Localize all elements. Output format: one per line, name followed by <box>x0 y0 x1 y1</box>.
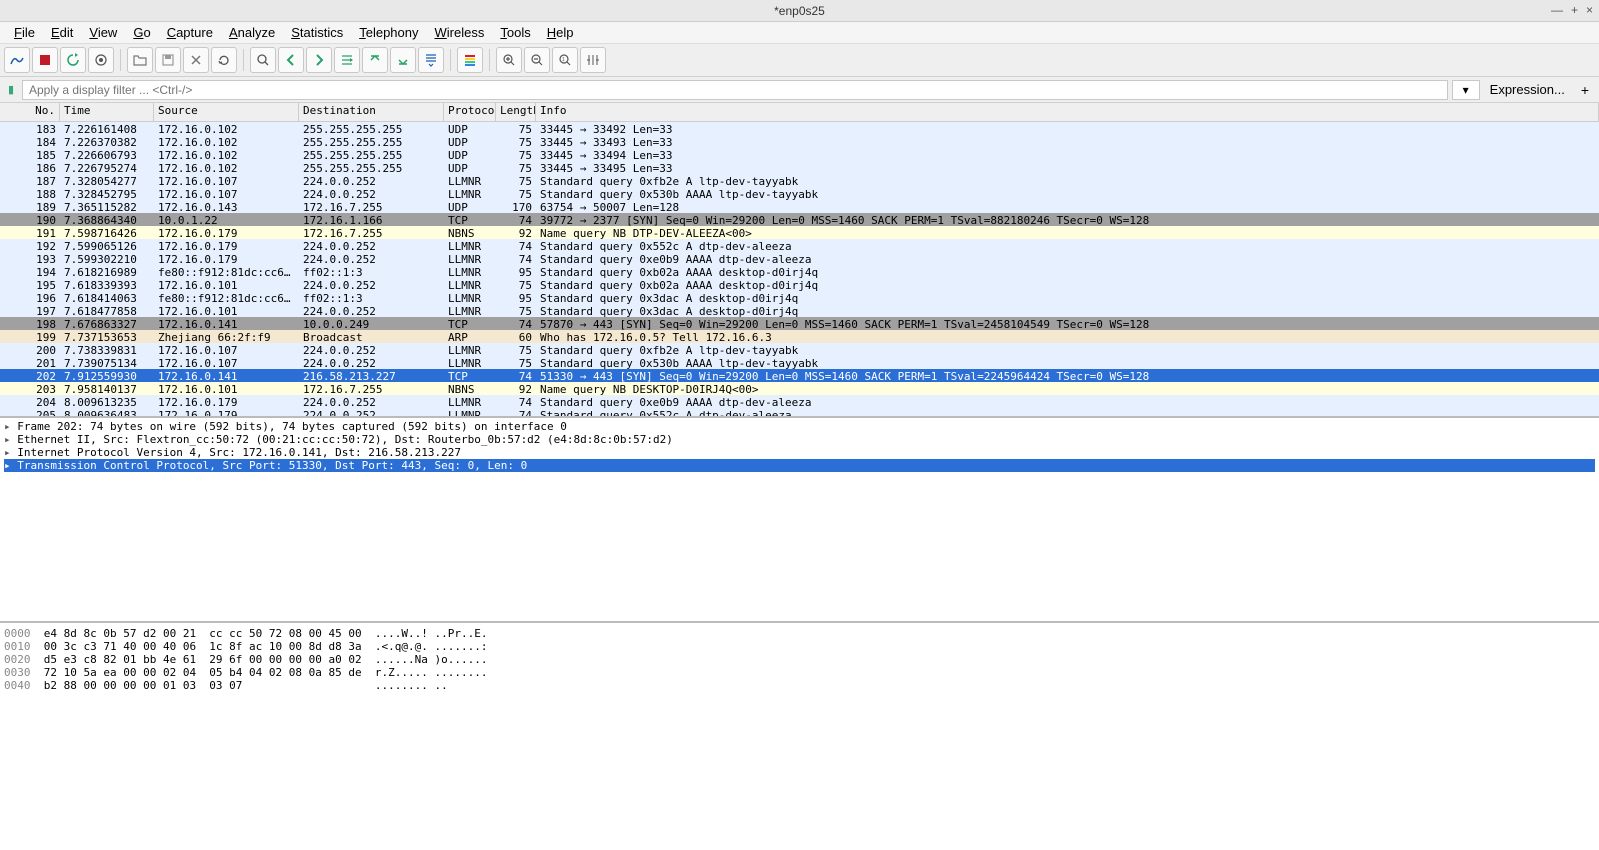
column-header-no[interactable]: No. <box>0 103 60 121</box>
menu-capture[interactable]: Capture <box>159 23 221 42</box>
save-file-button[interactable] <box>155 47 181 73</box>
packet-list-pane: No. Time Source Destination Protocol Len… <box>0 103 1599 418</box>
hex-row[interactable]: 0030 72 10 5a ea 00 00 02 04 05 b4 04 02… <box>4 666 1595 679</box>
restart-capture-button[interactable] <box>60 47 86 73</box>
packet-row[interactable]: 1857.226606793172.16.0.102255.255.255.25… <box>0 148 1599 161</box>
detail-tree-item[interactable]: Transmission Control Protocol, Src Port:… <box>4 459 1595 472</box>
display-filter-input[interactable] <box>22 80 1448 100</box>
packet-row[interactable]: 1847.226370382172.16.0.102255.255.255.25… <box>0 135 1599 148</box>
wireshark-logo-icon[interactable] <box>4 47 30 73</box>
expression-button[interactable]: Expression... <box>1484 82 1571 97</box>
titlebar: *enp0s25 — + × <box>0 0 1599 22</box>
packet-row[interactable]: 2048.009613235172.16.0.179224.0.0.252LLM… <box>0 395 1599 408</box>
packet-row[interactable]: 1877.328054277172.16.0.107224.0.0.252LLM… <box>0 174 1599 187</box>
go-to-packet-button[interactable] <box>334 47 360 73</box>
packet-bytes-pane[interactable]: 0000 e4 8d 8c 0b 57 d2 00 21 cc cc 50 72… <box>0 623 1599 850</box>
menubar: FileEditViewGoCaptureAnalyzeStatisticsTe… <box>0 22 1599 44</box>
detail-tree-item[interactable]: Frame 202: 74 bytes on wire (592 bits), … <box>4 420 1595 433</box>
zoom-in-button[interactable] <box>496 47 522 73</box>
svg-text:1: 1 <box>562 57 565 63</box>
packet-row[interactable]: 2017.739075134172.16.0.107224.0.0.252LLM… <box>0 356 1599 369</box>
packet-row[interactable]: 2027.912559930172.16.0.141216.58.213.227… <box>0 369 1599 382</box>
auto-scroll-button[interactable] <box>418 47 444 73</box>
packet-row[interactable]: 2037.958140137172.16.0.101172.16.7.255NB… <box>0 382 1599 395</box>
hex-row[interactable]: 0000 e4 8d 8c 0b 57 d2 00 21 cc cc 50 72… <box>4 627 1595 640</box>
packet-row[interactable]: 1987.676863327172.16.0.14110.0.0.249TCP7… <box>0 317 1599 330</box>
filter-bar: ▮ ▾ Expression... + <box>0 77 1599 103</box>
find-button[interactable] <box>250 47 276 73</box>
packet-row[interactable]: 1837.226161408172.16.0.102255.255.255.25… <box>0 122 1599 135</box>
column-header-info[interactable]: Info <box>536 103 1599 121</box>
packet-row[interactable]: 1957.618339393172.16.0.101224.0.0.252LLM… <box>0 278 1599 291</box>
packet-row[interactable]: 2058.009636483172.16.0.179224.0.0.252LLM… <box>0 408 1599 416</box>
menu-view[interactable]: View <box>81 23 125 42</box>
maximize-icon[interactable]: + <box>1571 3 1578 17</box>
menu-file[interactable]: File <box>6 23 43 42</box>
close-file-button[interactable] <box>183 47 209 73</box>
packet-details-pane[interactable]: Frame 202: 74 bytes on wire (592 bits), … <box>0 418 1599 623</box>
resize-columns-button[interactable] <box>580 47 606 73</box>
detail-tree-item[interactable]: Internet Protocol Version 4, Src: 172.16… <box>4 446 1595 459</box>
stop-capture-button[interactable] <box>32 47 58 73</box>
close-icon[interactable]: × <box>1586 3 1593 17</box>
column-header-destination[interactable]: Destination <box>299 103 444 121</box>
detail-tree-item[interactable]: Ethernet II, Src: Flextron_cc:50:72 (00:… <box>4 433 1595 446</box>
column-header-length[interactable]: Length <box>496 103 536 121</box>
bookmark-icon[interactable]: ▮ <box>4 83 18 97</box>
hex-row[interactable]: 0010 00 3c c3 71 40 00 40 06 1c 8f ac 10… <box>4 640 1595 653</box>
packet-row[interactable]: 1967.618414063fe80::f912:81dc:cc6…ff02::… <box>0 291 1599 304</box>
packet-row[interactable]: 1997.737153653Zhejiang_66:2f:f9Broadcast… <box>0 330 1599 343</box>
menu-help[interactable]: Help <box>539 23 582 42</box>
packet-row[interactable]: 1917.598716426172.16.0.179172.16.7.255NB… <box>0 226 1599 239</box>
packet-row[interactable]: 1977.618477858172.16.0.101224.0.0.252LLM… <box>0 304 1599 317</box>
hex-row[interactable]: 0020 d5 e3 c8 82 01 bb 4e 61 29 6f 00 00… <box>4 653 1595 666</box>
menu-analyze[interactable]: Analyze <box>221 23 283 42</box>
packet-row[interactable]: 1937.599302210172.16.0.179224.0.0.252LLM… <box>0 252 1599 265</box>
minimize-icon[interactable]: — <box>1551 3 1563 17</box>
packet-list-header: No. Time Source Destination Protocol Len… <box>0 103 1599 122</box>
packet-list[interactable]: 1837.226161408172.16.0.102255.255.255.25… <box>0 122 1599 416</box>
hex-row[interactable]: 0040 b2 88 00 00 00 00 01 03 03 07 .....… <box>4 679 1595 692</box>
colorize-button[interactable] <box>457 47 483 73</box>
menu-go[interactable]: Go <box>125 23 158 42</box>
filter-dropdown[interactable]: ▾ <box>1452 80 1480 100</box>
window-title: *enp0s25 <box>774 4 825 18</box>
go-first-button[interactable] <box>362 47 388 73</box>
go-last-button[interactable] <box>390 47 416 73</box>
reload-button[interactable] <box>211 47 237 73</box>
zoom-out-button[interactable] <box>524 47 550 73</box>
menu-tools[interactable]: Tools <box>492 23 538 42</box>
menu-statistics[interactable]: Statistics <box>283 23 351 42</box>
packet-row[interactable]: 1887.328452795172.16.0.107224.0.0.252LLM… <box>0 187 1599 200</box>
capture-options-button[interactable] <box>88 47 114 73</box>
menu-wireless[interactable]: Wireless <box>427 23 493 42</box>
column-header-time[interactable]: Time <box>60 103 154 121</box>
column-header-source[interactable]: Source <box>154 103 299 121</box>
packet-row[interactable]: 1927.599065126172.16.0.179224.0.0.252LLM… <box>0 239 1599 252</box>
go-back-button[interactable] <box>278 47 304 73</box>
menu-edit[interactable]: Edit <box>43 23 81 42</box>
add-filter-button[interactable]: + <box>1575 82 1595 98</box>
menu-telephony[interactable]: Telephony <box>351 23 426 42</box>
zoom-reset-button[interactable]: 1 <box>552 47 578 73</box>
column-header-protocol[interactable]: Protocol <box>444 103 496 121</box>
go-forward-button[interactable] <box>306 47 332 73</box>
packet-row[interactable]: 1867.226795274172.16.0.102255.255.255.25… <box>0 161 1599 174</box>
open-file-button[interactable] <box>127 47 153 73</box>
toolbar: 1 <box>0 44 1599 77</box>
packet-row[interactable]: 1897.365115282172.16.0.143172.16.7.255UD… <box>0 200 1599 213</box>
packet-row[interactable]: 1947.618216989fe80::f912:81dc:cc6…ff02::… <box>0 265 1599 278</box>
packet-row[interactable]: 2007.738339831172.16.0.107224.0.0.252LLM… <box>0 343 1599 356</box>
packet-row[interactable]: 1907.36886434010.0.1.22172.16.1.166TCP74… <box>0 213 1599 226</box>
